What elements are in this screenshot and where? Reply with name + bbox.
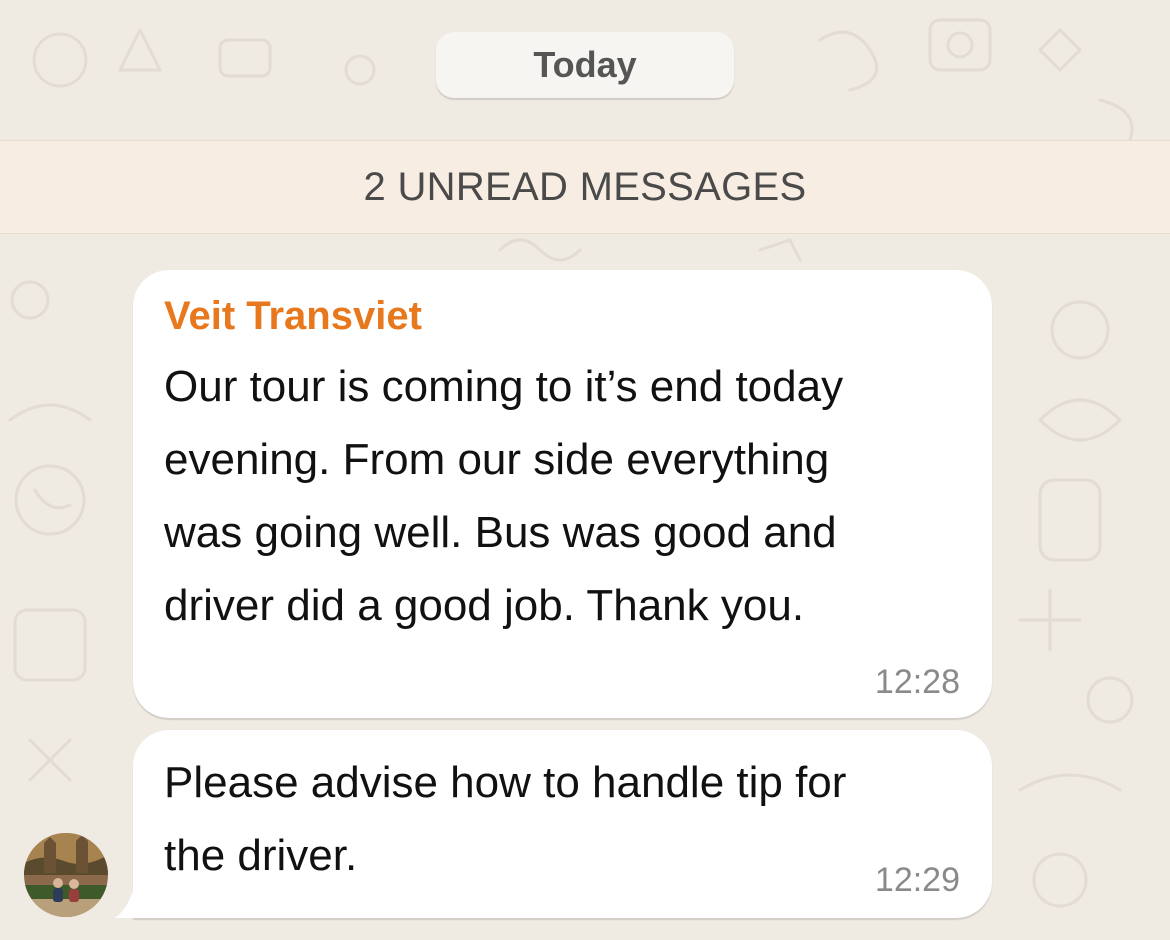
message-line: the driver. bbox=[164, 831, 358, 880]
avatar-photo-icon bbox=[24, 833, 108, 917]
message-bubble-incoming[interactable]: Please advise how to handle tip for the … bbox=[133, 730, 992, 918]
date-separator: Today bbox=[436, 32, 734, 98]
sender-name[interactable]: Veit Transviet bbox=[164, 294, 422, 339]
bubble-tail bbox=[114, 888, 134, 918]
message-line: evening. From our side everything bbox=[164, 435, 830, 484]
contact-avatar[interactable] bbox=[24, 833, 108, 917]
message-timestamp: 12:28 bbox=[874, 663, 960, 701]
message-line: Our tour is coming to it’s end today bbox=[164, 362, 844, 411]
message-line: was going well. Bus was good and bbox=[164, 508, 837, 557]
message-bubble-incoming[interactable]: Veit Transviet Our tour is coming to it’… bbox=[133, 270, 992, 718]
message-line: driver did a good job. Thank you. bbox=[164, 581, 805, 630]
message-line: Please advise how to handle tip for bbox=[164, 758, 847, 807]
message-text: Please advise how to handle tip for the … bbox=[164, 746, 846, 892]
message-text: Our tour is coming to it’s end today eve… bbox=[164, 350, 843, 642]
unread-messages-banner: 2 UNREAD MESSAGES bbox=[0, 140, 1170, 234]
message-timestamp: 12:29 bbox=[874, 861, 960, 899]
